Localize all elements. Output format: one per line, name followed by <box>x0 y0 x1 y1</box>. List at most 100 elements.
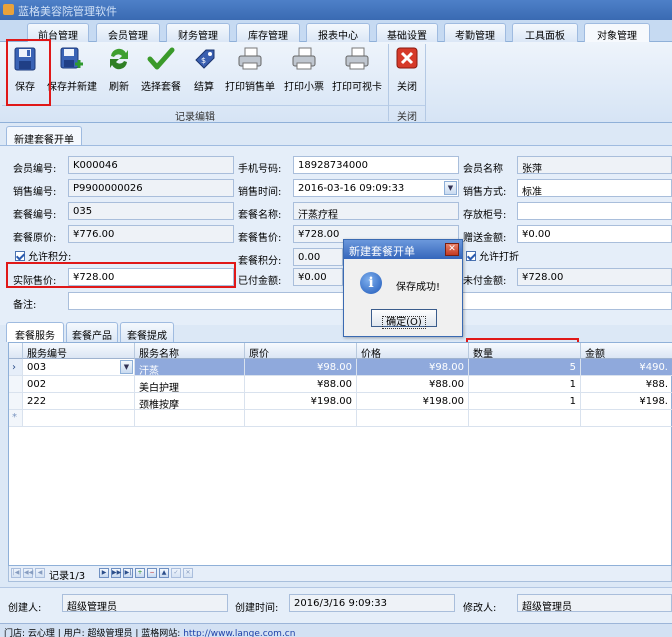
sale-time-picker[interactable]: 2016-03-16 09:09:33 ▼ <box>293 179 459 197</box>
print-sales-slip-button[interactable]: 打印销售单 <box>222 46 278 93</box>
prev-record-icon[interactable]: ◀ <box>35 568 45 578</box>
delete-record-icon[interactable]: − <box>147 568 157 578</box>
column-header-amount[interactable]: 金额 <box>581 343 672 360</box>
add-record-icon[interactable]: + <box>135 568 145 578</box>
post-edit-icon[interactable]: ✓ <box>171 568 181 578</box>
service-code-cell[interactable]: 222 <box>23 393 135 410</box>
select-package-button[interactable]: 选择套餐 <box>138 46 184 93</box>
actual-price-field[interactable]: ¥728.00 <box>68 268 234 286</box>
prev-page-icon[interactable]: ◀◀ <box>23 568 33 578</box>
tab-new-package-order[interactable]: 新建套餐开单 <box>6 126 82 146</box>
column-header-service-code[interactable]: 服务编号 <box>23 343 135 360</box>
amount-cell[interactable]: ¥198. <box>581 393 672 410</box>
created-time-field[interactable]: 2016/3/16 9:09:33 <box>289 594 455 612</box>
save-and-new-button[interactable]: 保存并新建 <box>44 46 100 93</box>
new-row-cell[interactable] <box>23 410 135 427</box>
new-row-cell[interactable] <box>135 410 245 427</box>
next-record-icon[interactable]: ▶ <box>99 568 109 578</box>
created-time-label: 创建时间: <box>235 603 279 614</box>
edit-record-icon[interactable]: ▲ <box>159 568 169 578</box>
allow-discount-checkbox[interactable]: 允许打折 <box>466 248 519 263</box>
tab-basic-settings[interactable]: 基础设置 <box>376 23 438 42</box>
tab-member-management[interactable]: 会员管理 <box>96 23 160 42</box>
ribbon-group-label-record-edit: 记录编辑 <box>2 105 388 123</box>
remark-label: 备注: <box>13 300 37 311</box>
dialog-message: 保存成功! <box>396 282 441 293</box>
dialog-ok-button[interactable]: 确定(O) <box>371 309 437 329</box>
package-points-field[interactable]: 0.00 <box>293 248 343 266</box>
member-no-field[interactable]: K000046 <box>68 156 234 174</box>
new-row-cell[interactable] <box>357 410 469 427</box>
last-page-icon[interactable]: ▶| <box>123 568 133 578</box>
allow-points-checkbox[interactable]: 允许积分: <box>15 248 71 263</box>
service-code-cell[interactable]: 002 <box>23 376 135 393</box>
new-row-cell[interactable] <box>245 410 357 427</box>
orig-price-cell[interactable]: ¥98.00 <box>245 359 357 376</box>
service-code-combo[interactable]: 003 ▼ <box>23 359 135 376</box>
orig-price-cell[interactable]: ¥198.00 <box>245 393 357 410</box>
settle-button[interactable]: $ 结算 <box>189 46 219 93</box>
chevron-down-icon[interactable]: ▼ <box>444 181 457 195</box>
tab-tools-panel[interactable]: 工具面板 <box>512 23 578 42</box>
close-button[interactable]: 关闭 <box>392 46 422 93</box>
package-name-field[interactable]: 汗蒸疗程 <box>293 202 459 220</box>
service-name-cell[interactable]: 汗蒸 <box>135 359 245 376</box>
column-header-service-name[interactable]: 服务名称 <box>135 343 245 360</box>
tab-object-management[interactable]: 对象管理 <box>584 23 650 43</box>
orig-price-field[interactable]: ¥776.00 <box>68 225 234 243</box>
sale-method-select[interactable]: 标准 <box>517 179 672 197</box>
tab-attendance-management[interactable]: 考勤管理 <box>444 23 506 42</box>
column-header-quantity[interactable]: 数量 <box>469 343 581 360</box>
tab-package-services[interactable]: 套餐服务 <box>6 322 64 342</box>
dialog-close-icon[interactable]: ✕ <box>445 243 459 256</box>
new-row-cell[interactable] <box>581 410 672 427</box>
column-header-orig-price[interactable]: 原价 <box>245 343 357 360</box>
website-link[interactable]: http://www.lange.com.cn <box>183 629 295 637</box>
amount-cell[interactable]: ¥88. <box>581 376 672 393</box>
paid-amount-field[interactable]: ¥0.00 <box>293 268 343 286</box>
service-name-cell[interactable]: 颈椎按摩 <box>135 393 245 410</box>
first-page-icon[interactable]: |◀ <box>11 568 21 578</box>
tab-inventory-management[interactable]: 库存管理 <box>236 23 300 42</box>
price-cell[interactable]: ¥88.00 <box>357 376 469 393</box>
save-button[interactable]: 保存 <box>8 46 42 93</box>
tab-front-desk[interactable]: 前台管理 <box>27 23 89 42</box>
tab-report-center[interactable]: 报表中心 <box>306 23 370 42</box>
price-cell[interactable]: ¥98.00 <box>357 359 469 376</box>
next-page-icon[interactable]: ▶▶ <box>111 568 121 578</box>
ribbon-group-label-close: 关闭 <box>389 105 425 123</box>
tab-package-commission[interactable]: 套餐提成 <box>120 322 174 342</box>
sale-price-label: 套餐售价: <box>238 233 282 244</box>
status-bar: 门店: 云心理 | 用户: 超级管理员 | 蓝格网站: http://www.l… <box>0 623 672 637</box>
package-no-field[interactable]: 035 <box>68 202 234 220</box>
ribbon-toolbar: 保存 保存并新建 刷新 选择套餐 $ 结算 打印销售单 打印小票 打印可视卡 关… <box>0 42 672 123</box>
refresh-button[interactable]: 刷新 <box>104 46 134 93</box>
quantity-cell[interactable]: 1 <box>469 393 581 410</box>
service-name-cell[interactable]: 美白护理 <box>135 376 245 393</box>
tab-finance-management[interactable]: 财务管理 <box>166 23 230 42</box>
cabinet-no-field[interactable] <box>517 202 672 220</box>
tab-package-products[interactable]: 套餐产品 <box>66 322 118 342</box>
sale-no-field[interactable]: P9900000026 <box>68 179 234 197</box>
creator-field[interactable]: 超级管理员 <box>62 594 228 612</box>
row-indicator <box>9 376 23 393</box>
status-text: 门店: 云心理 | 用户: 超级管理员 | 蓝格网站: <box>4 629 184 637</box>
quantity-cell[interactable]: 5 <box>469 359 581 376</box>
print-visible-card-button[interactable]: 打印可视卡 <box>329 46 385 93</box>
orig-price-cell[interactable]: ¥88.00 <box>245 376 357 393</box>
quantity-cell[interactable]: 1 <box>469 376 581 393</box>
amount-cell[interactable]: ¥490. <box>581 359 672 376</box>
chevron-down-icon[interactable]: ▼ <box>120 360 133 374</box>
column-header-price[interactable]: 价格 <box>357 343 469 360</box>
price-cell[interactable]: ¥198.00 <box>357 393 469 410</box>
modifier-field[interactable]: 超级管理员 <box>517 594 672 612</box>
cancel-edit-icon[interactable]: ✕ <box>183 568 193 578</box>
gift-amount-field[interactable]: ¥0.00 <box>517 225 672 243</box>
sale-time-value: 2016-03-16 09:09:33 <box>298 183 405 194</box>
new-row-cell[interactable] <box>469 410 581 427</box>
phone-field[interactable]: 18928734000 <box>293 156 459 174</box>
unpaid-amount-field[interactable]: ¥728.00 <box>517 268 672 286</box>
member-name-field[interactable]: 张萍 <box>517 156 672 174</box>
package-name-label: 套餐名称: <box>238 210 282 221</box>
print-receipt-button[interactable]: 打印小票 <box>281 46 327 93</box>
